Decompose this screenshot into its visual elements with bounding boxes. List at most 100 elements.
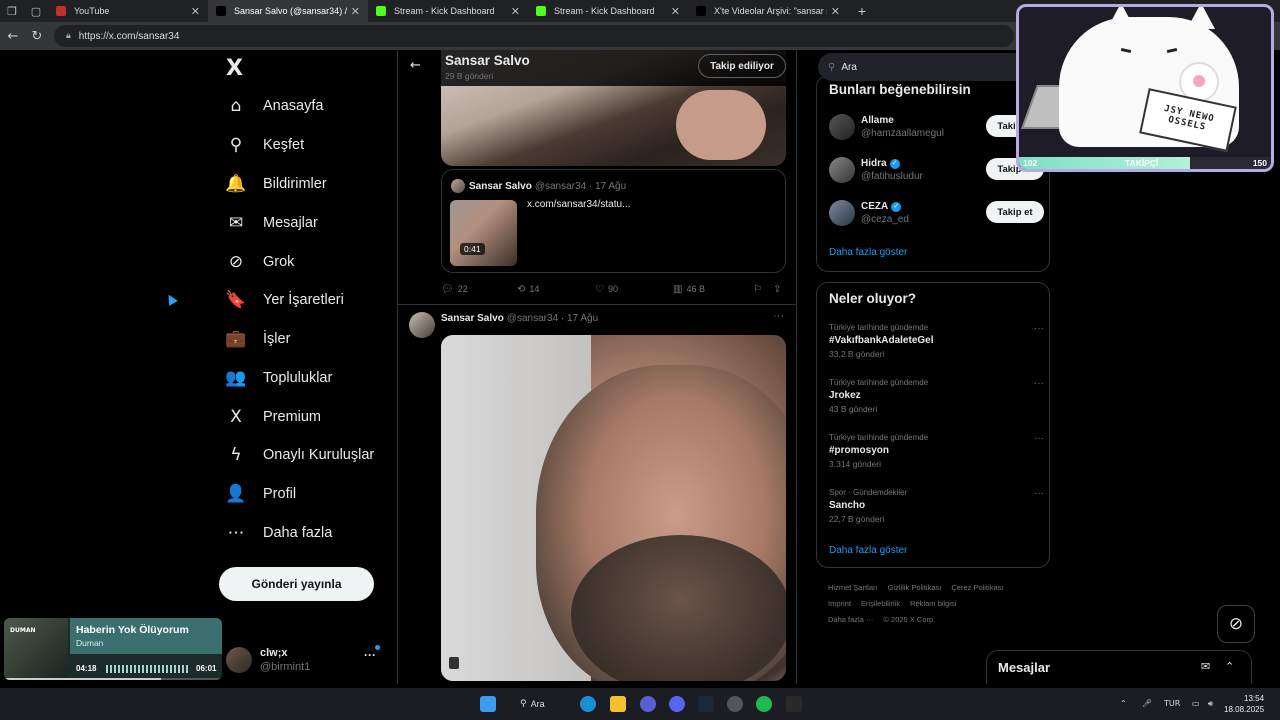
app-icon[interactable] <box>727 696 743 712</box>
tab-actions-icon[interactable]: ▢ <box>24 0 48 22</box>
follow-suggestion[interactable]: CEZA ✓ @ceza_ed Takip et <box>829 197 1044 229</box>
main-timeline[interactable]: ← Sansar Salvo 29 B gönderi Takip ediliy… <box>397 50 797 684</box>
close-tab-icon[interactable]: ✕ <box>511 5 520 18</box>
footer-link[interactable]: Daha fazla ··· <box>828 615 873 624</box>
system-clock[interactable]: 13:54 18.08.2025 <box>1224 693 1264 715</box>
playback-progress[interactable] <box>4 678 222 680</box>
trend-item[interactable]: Türkiye tarihinde gündemde #VakıfbankAdal… <box>829 323 1044 367</box>
sidebar-item-bildirimler[interactable]: 🔔 Bildirimler <box>225 169 326 199</box>
footer-link[interactable]: Reklam bilgisi <box>910 599 956 608</box>
sidebar-item-anasayfa[interactable]: ⌂ Anasayfa <box>226 91 324 121</box>
browser-tab[interactable]: X'te Videolar Arşivi: "sansar salvo ✕ <box>688 0 848 22</box>
trend-item[interactable]: Türkiye tarihinde gündemde #promosyon 3.31… <box>829 433 1044 477</box>
tweet-video[interactable] <box>441 335 786 681</box>
bookmark-button[interactable]: ⚐ <box>753 284 773 295</box>
close-tab-icon[interactable]: ✕ <box>831 5 840 18</box>
video-control-icon[interactable] <box>449 657 459 669</box>
avatar[interactable] <box>829 200 855 226</box>
footer-link[interactable]: Hizmet Şartları <box>828 583 878 592</box>
sidebar-item-keşfet[interactable]: ⚲ Keşfet <box>226 130 304 160</box>
trend-item[interactable]: Spor · Gündemdekiler Sancho 22,7 B gönderi… <box>829 488 1044 532</box>
post-button[interactable]: Gönderi yayınla <box>219 567 374 601</box>
sidebar-item-yer-i-şaretleri[interactable]: 🔖 Yer İşaretleri <box>225 285 343 315</box>
sidebar-item-premium[interactable]: X Premium <box>226 402 321 432</box>
follow-button[interactable]: Takip et <box>986 201 1044 223</box>
browser-tab[interactable]: Stream - Kick Dashboard ✕ <box>368 0 528 22</box>
sidebar-item-i-şler[interactable]: 💼 İşler <box>225 324 290 354</box>
show-more-link[interactable]: Daha fazla göster <box>829 545 907 556</box>
more-icon[interactable]: ··· <box>1034 488 1044 499</box>
steam-icon[interactable] <box>698 696 714 712</box>
footer-link[interactable]: Çerez Politikası <box>951 583 1003 592</box>
messages-drawer[interactable]: Mesajlar ✉ ⌃ <box>986 650 1252 684</box>
sidebar-item-daha-fazla[interactable]: ⋯ Daha fazla <box>226 518 333 548</box>
more-icon[interactable]: ··· <box>773 310 784 322</box>
more-icon[interactable]: ··· <box>1034 323 1044 334</box>
new-tab-button[interactable]: + <box>852 3 872 19</box>
compose-message-icon[interactable]: ✉ <box>1201 660 1210 673</box>
sidebar-item-mesajlar[interactable]: ✉ Mesajlar <box>226 208 318 238</box>
file-explorer-icon[interactable] <box>610 696 626 712</box>
more-icon[interactable]: ··· <box>364 648 376 662</box>
avatar[interactable] <box>409 312 435 338</box>
like-button[interactable]: ♡ 90 <box>595 284 673 295</box>
microphone-icon[interactable]: 🎤︎ <box>1142 699 1152 708</box>
collapse-up-icon[interactable]: ⌃ <box>1225 660 1234 673</box>
waveform[interactable] <box>106 665 190 673</box>
avatar <box>226 647 252 673</box>
grok-icon[interactable]: ⊘ <box>1217 605 1255 643</box>
language-indicator[interactable]: TUR <box>1164 699 1180 708</box>
close-tab-icon[interactable]: ✕ <box>351 5 360 18</box>
search-input[interactable]: ⚲ Ara <box>818 53 1048 81</box>
quote-video-thumbnail[interactable]: 0:41 <box>450 200 517 266</box>
account-switcher[interactable]: clw;x @birmint1 ··· <box>226 640 386 680</box>
views-button[interactable]: ▥ 46 B <box>673 284 753 295</box>
retweet-button[interactable]: ⟲ 14 <box>517 284 595 295</box>
footer-link[interactable]: Erişilebilirlik <box>861 599 900 608</box>
close-tab-icon[interactable]: ✕ <box>671 5 680 18</box>
more-icon[interactable]: ··· <box>1034 433 1044 444</box>
close-tab-icon[interactable]: ✕ <box>191 5 200 18</box>
x-logo-icon[interactable]: X <box>226 56 243 81</box>
sidebar-item-onaylı-kuruluşlar[interactable]: ϟ Onaylı Kuruluşlar <box>226 440 374 470</box>
tweet[interactable]: Sansar Salvo @sansar34 · 17 Ağu ··· <box>398 306 796 684</box>
footer-link[interactable]: Imprint <box>828 599 851 608</box>
workspaces-icon[interactable]: ❐ <box>0 0 24 22</box>
follow-suggestion[interactable]: Hidra ✓ @fatihusludur Takip et <box>829 154 1044 186</box>
browser-tab[interactable]: Sansar Salvo (@sansar34) / X ✕ <box>208 0 368 22</box>
footer-link[interactable]: Gizlilik Politikası <box>888 583 942 592</box>
follow-suggestion[interactable]: Allame @hamzaallamegul Takip et <box>829 111 1044 143</box>
sidebar-item-profil[interactable]: 👤 Profil <box>225 479 296 509</box>
avatar[interactable] <box>829 114 855 140</box>
trend-item[interactable]: Türkiye tarihinde gündemde Jrokez 43 B gön… <box>829 378 1044 422</box>
reload-icon[interactable]: ↻ <box>26 25 48 47</box>
clock-date: 18.08.2025 <box>1224 705 1265 714</box>
sidebar-item-topluluklar[interactable]: 👥 Topluluklar <box>225 363 332 393</box>
discord-icon[interactable] <box>669 696 685 712</box>
url-field[interactable]: 🔒︎ https://x.com/sansar34 <box>54 25 1014 47</box>
browser-tab[interactable]: YouTube ✕ <box>48 0 208 22</box>
now-playing-widget[interactable]: DUMAN Haberin Yok Ölüyorum Duman 04:18 0… <box>4 618 222 680</box>
show-more-link[interactable]: Daha fazla göster <box>829 247 907 258</box>
app-icon[interactable] <box>640 696 656 712</box>
tweet-author-name[interactable]: Sansar Salvo <box>441 313 504 324</box>
avatar[interactable] <box>829 157 855 183</box>
reply-button[interactable]: 💬︎ 22 <box>441 284 517 295</box>
back-arrow-icon[interactable]: ← <box>410 58 421 73</box>
sidebar-item-grok[interactable]: ⊘ Grok <box>226 247 295 277</box>
taskbar-search[interactable]: ⚲ Ara <box>520 695 570 713</box>
display-icon[interactable]: ▭ <box>1192 699 1200 708</box>
more-icon[interactable]: ··· <box>1034 378 1044 389</box>
epic-games-icon[interactable] <box>786 696 802 712</box>
quoted-tweet[interactable]: Sansar Salvo @sansar34 · 17 Ağu 0:41 x.c… <box>441 169 786 273</box>
windows-start-icon[interactable] <box>480 696 496 712</box>
volume-icon[interactable]: 🔊︎ <box>1208 699 1213 709</box>
edge-icon[interactable] <box>580 696 596 712</box>
back-icon[interactable]: ← <box>2 25 24 47</box>
nav-icon: ⌂ <box>230 96 242 116</box>
spotify-icon[interactable] <box>756 696 772 712</box>
share-button[interactable]: ⇪ <box>773 284 785 295</box>
tray-chevron-icon[interactable]: ⌃ <box>1120 699 1127 708</box>
browser-tab[interactable]: Stream - Kick Dashboard ✕ <box>528 0 688 22</box>
following-button[interactable]: Takip ediliyor <box>698 54 786 78</box>
